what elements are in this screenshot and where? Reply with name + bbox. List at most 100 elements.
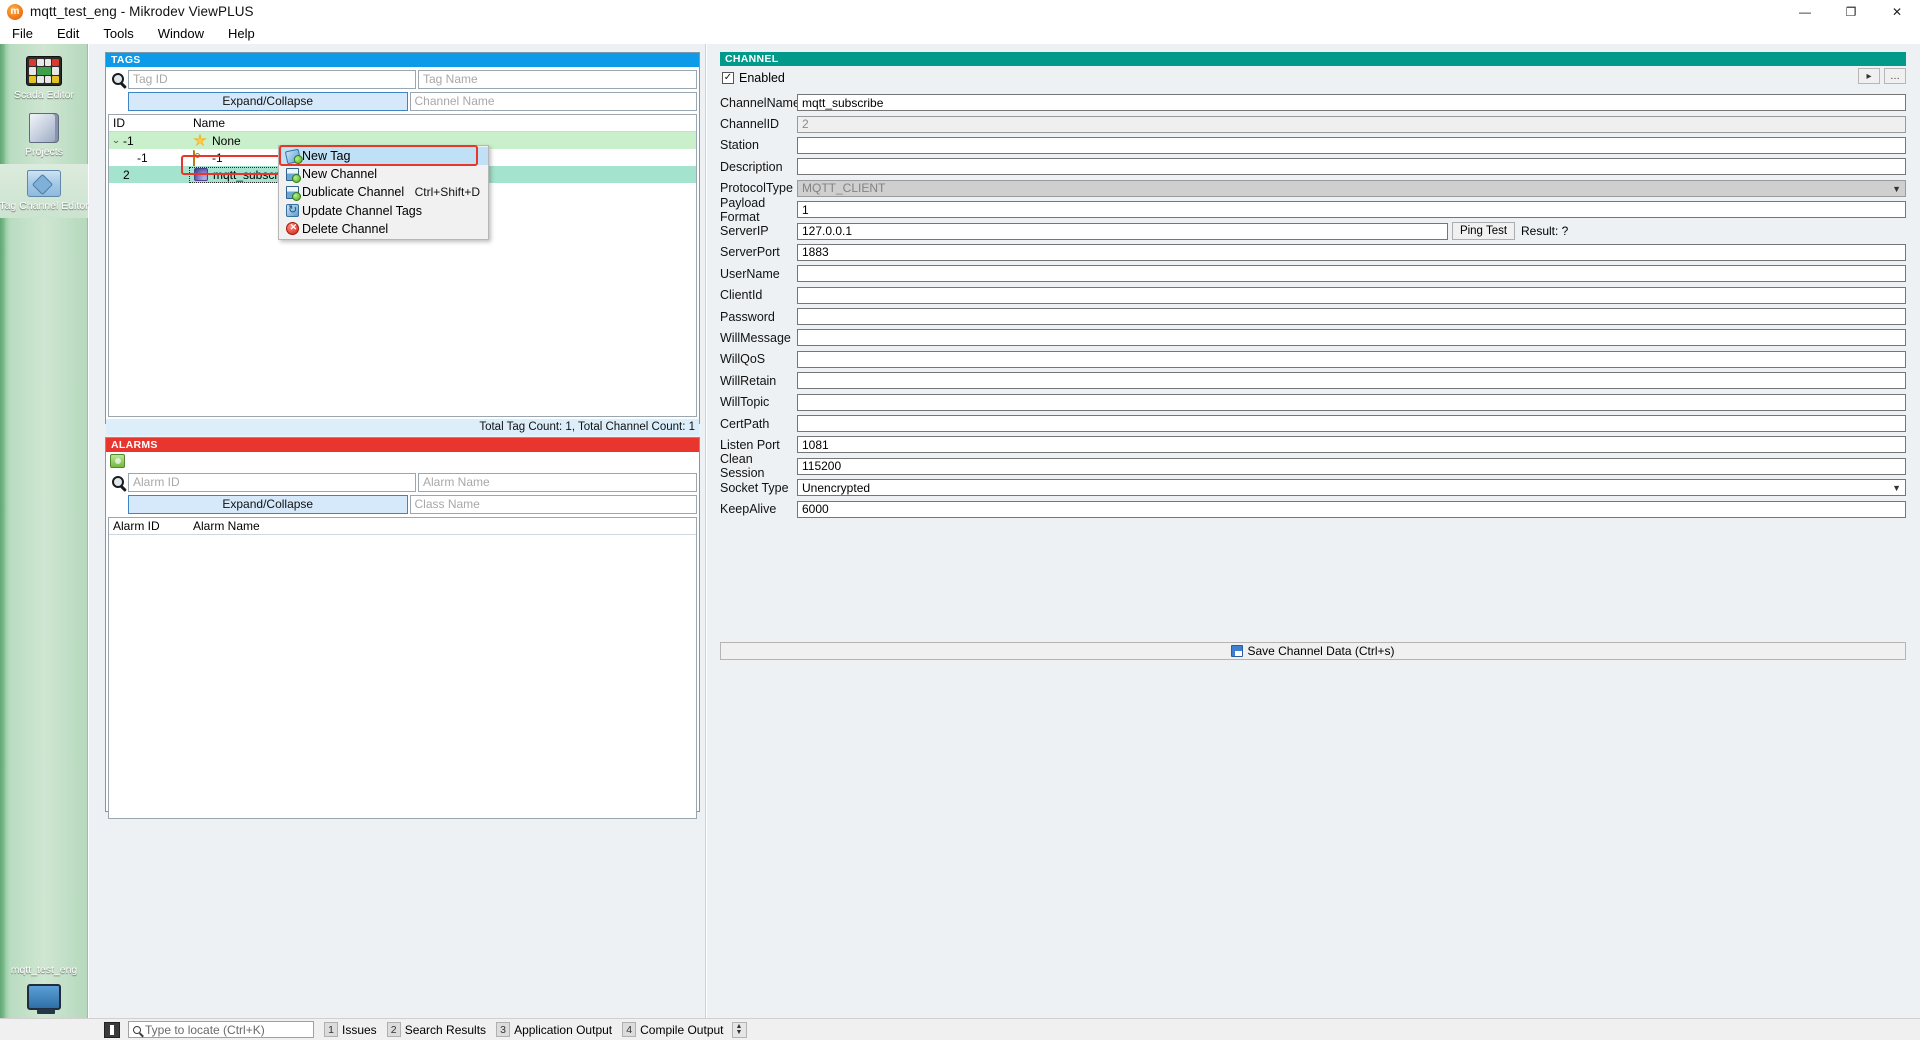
field-label: ChannelName <box>720 95 800 110</box>
menu-file[interactable]: File <box>0 24 45 43</box>
enabled-checkbox[interactable]: ✓ <box>722 72 734 84</box>
minimize-button[interactable]: — <box>1782 0 1828 23</box>
delete-channel-icon <box>286 222 299 236</box>
maximize-button[interactable]: ❐ <box>1828 0 1874 23</box>
close-button[interactable]: ✕ <box>1874 0 1920 23</box>
search-icon <box>133 1025 141 1034</box>
field-row-description: Description <box>720 156 1906 177</box>
field-row-payload-format: Payload Format 1 <box>720 196 1906 224</box>
menu-tools[interactable]: Tools <box>91 24 145 43</box>
clean-session-input[interactable]: 115200 <box>797 457 1906 475</box>
field-row-willmessage: WillMessage <box>720 327 1906 348</box>
window-controls: — ❐ ✕ <box>1782 0 1920 23</box>
socket-type-select[interactable]: Unencrypted ▼ <box>797 479 1906 497</box>
certpath-input[interactable] <box>797 415 1906 433</box>
class-name-filter-input[interactable] <box>409 494 697 514</box>
chevron-down-icon: ▼ <box>1892 183 1901 194</box>
status-tab-number: 4 <box>622 1022 637 1037</box>
alarm-name-input[interactable] <box>418 472 697 492</box>
save-channel-data-button[interactable]: Save Channel Data (Ctrl+s) <box>720 642 1906 660</box>
field-row-willretain: WillRetain <box>720 370 1906 391</box>
listen-port-input[interactable]: 1081 <box>797 436 1906 454</box>
context-menu-item-duplicate-channel[interactable]: Dublicate Channel Ctrl+Shift+D <box>279 183 488 201</box>
status-tab-issues[interactable]: 1 Issues <box>324 1022 377 1037</box>
row-id: -1 <box>137 150 148 165</box>
row-id: 2 <box>123 167 130 182</box>
tags-expand-collapse-button[interactable]: Expand/Collapse <box>128 91 408 111</box>
serverport-input[interactable]: 1883 <box>797 243 1906 261</box>
ping-result-label: Result: ? <box>1521 224 1569 239</box>
search-icon[interactable] <box>108 70 128 88</box>
duplicate-channel-icon <box>286 185 301 201</box>
willretain-input[interactable] <box>797 372 1906 390</box>
status-tab-application-output[interactable]: 3 Application Output <box>496 1022 612 1037</box>
context-menu-item-new-channel[interactable]: New Channel <box>279 165 488 183</box>
context-menu-item-delete-channel[interactable]: Delete Channel <box>279 220 488 238</box>
password-input[interactable] <box>797 308 1906 326</box>
rail-project-entry[interactable]: mqtt_test_eng <box>0 961 88 1014</box>
tags-panel-header: TAGS <box>106 53 699 67</box>
field-row-channelid: ChannelID 2 <box>720 113 1906 134</box>
serverip-input[interactable]: 127.0.0.1 <box>797 222 1448 240</box>
alarms-panel-header: ALARMS <box>106 438 699 452</box>
channel-enabled-row[interactable]: ✓ Enabled <box>722 71 785 85</box>
search-icon[interactable] <box>108 473 128 491</box>
context-menu-item-update-channel-tags[interactable]: Update Channel Tags <box>279 202 488 220</box>
status-tab-label: Compile Output <box>640 1022 724 1037</box>
context-menu-item-new-tag[interactable]: New Tag <box>279 147 488 166</box>
expand-button[interactable]: ▸ <box>1858 68 1880 84</box>
spacer-icon <box>108 92 128 110</box>
field-label: ServerIP <box>720 224 769 239</box>
more-button[interactable]: … <box>1884 68 1906 84</box>
station-input[interactable] <box>797 136 1906 154</box>
status-tab-compile-output[interactable]: 4 Compile Output <box>622 1022 724 1037</box>
menu-edit[interactable]: Edit <box>45 24 91 43</box>
alarm-add-icon[interactable] <box>110 454 125 468</box>
panel-toggle-icon[interactable] <box>104 1021 120 1038</box>
menu-window[interactable]: Window <box>146 24 216 43</box>
payload-format-input[interactable]: 1 <box>797 201 1906 219</box>
alarms-panel: ALARMS Expand/Collapse Alarm ID Alarm Na… <box>105 437 700 819</box>
status-tab-search-results[interactable]: 2 Search Results <box>386 1022 486 1037</box>
willmessage-input[interactable] <box>797 329 1906 347</box>
channel-panel-header: CHANNEL <box>720 52 1906 66</box>
willtopic-input[interactable] <box>797 393 1906 411</box>
field-row-willtopic: WillTopic <box>720 391 1906 412</box>
updown-caret-icon[interactable]: ▲ ▼ <box>731 1021 747 1038</box>
keepalive-input[interactable]: 6000 <box>797 500 1906 518</box>
channel-context-menu[interactable]: New Tag New Channel Dublicate Channel Ct… <box>278 145 489 240</box>
menu-help[interactable]: Help <box>216 24 267 43</box>
alarms-expand-collapse-button[interactable]: Expand/Collapse <box>128 494 408 514</box>
rail-item-projects[interactable]: Projects <box>0 107 88 164</box>
willqos-input[interactable] <box>797 350 1906 368</box>
status-bar: Type to locate (Ctrl+K) 1 Issues 2 Searc… <box>0 1018 1920 1040</box>
alarms-list[interactable]: Alarm ID Alarm Name <box>108 517 697 819</box>
column-header-id: ID <box>113 116 125 130</box>
menu-bar: File Edit Tools Window Help <box>0 23 1920 44</box>
description-input[interactable] <box>797 158 1906 176</box>
field-row-serverip: ServerIP 127.0.0.1 Ping Test Result: ? <box>720 220 1906 241</box>
tag-id-input[interactable] <box>128 69 416 89</box>
column-header-alarm-name: Alarm Name <box>193 519 260 533</box>
alarm-id-input[interactable] <box>128 472 416 492</box>
field-row-certpath: CertPath <box>720 413 1906 434</box>
field-row-listen-port: Listen Port 1081 <box>720 434 1906 455</box>
field-label: KeepAlive <box>720 502 777 517</box>
tag-name-input[interactable] <box>418 69 697 89</box>
chevron-down-icon[interactable]: ⌄ <box>109 135 124 146</box>
channelname-input[interactable]: mqtt_subscribe <box>797 94 1906 112</box>
status-tab-number: 2 <box>386 1022 401 1037</box>
rail-item-scada-editor[interactable]: Scada Editor <box>0 50 88 107</box>
mikrodev-logo-icon: m <box>7 3 23 20</box>
clientid-input[interactable] <box>797 286 1906 304</box>
locate-search-input[interactable]: Type to locate (Ctrl+K) <box>128 1021 314 1038</box>
channel-name-filter-input[interactable] <box>409 91 697 111</box>
username-input[interactable] <box>797 265 1906 283</box>
ping-test-button[interactable]: Ping Test <box>1452 222 1515 241</box>
left-rail: Scada Editor Projects Tag Channel Editor… <box>0 44 89 1040</box>
rail-item-tag-channel-editor[interactable]: Tag Channel Editor <box>0 164 89 218</box>
field-row-protocoltype: ProtocolType MQTT_CLIENT ▼ <box>720 178 1906 199</box>
field-label: WillRetain <box>720 373 777 388</box>
field-row-password: Password <box>720 306 1906 327</box>
channelid-input: 2 <box>797 115 1906 133</box>
